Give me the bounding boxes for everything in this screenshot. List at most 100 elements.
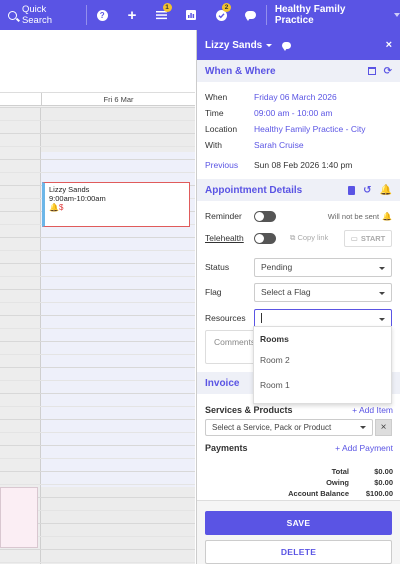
payments-row: Payments + Add Payment: [197, 440, 400, 456]
blocked-time-slot[interactable]: [0, 487, 38, 548]
day-column[interactable]: [41, 107, 195, 564]
account-balance-value: $100.00: [365, 489, 393, 498]
grid-line: [0, 172, 195, 173]
start-label: START: [360, 233, 386, 243]
plus-icon: +: [127, 6, 137, 24]
close-icon[interactable]: ×: [386, 39, 392, 51]
calendar-icon[interactable]: [367, 67, 376, 75]
remove-service-button[interactable]: ×: [375, 419, 392, 436]
chevron-down-icon: [379, 291, 385, 295]
quick-search-label: Quick Search: [21, 4, 53, 26]
add-item-link[interactable]: + Add Item: [352, 405, 393, 415]
waitlist-button[interactable]: 1: [147, 0, 177, 30]
history-icon[interactable]: ↺: [363, 185, 371, 196]
grid-line: [0, 393, 195, 394]
tasks-button[interactable]: 2: [206, 0, 236, 30]
save-button[interactable]: SAVE: [205, 511, 392, 535]
delete-button[interactable]: DELETE: [205, 540, 392, 564]
chevron-down-icon[interactable]: [266, 43, 273, 47]
section-title: Appointment Details: [205, 184, 303, 196]
resources-label: Resources: [205, 313, 246, 323]
owing-row: Owing $0.00: [205, 477, 393, 488]
top-navigation-bar: Quick Search ? + 1 2 Healthy Family Prac…: [0, 0, 400, 30]
messages-button[interactable]: [236, 0, 266, 30]
add-payment-link[interactable]: + Add Payment: [335, 443, 393, 453]
grid-line: [0, 263, 195, 264]
service-select[interactable]: Select a Service, Pack or Product: [205, 419, 373, 436]
dropdown-option[interactable]: Room 1: [254, 373, 391, 398]
chat-icon[interactable]: [282, 41, 292, 51]
panel-header: Lizzy Sands ×: [197, 30, 400, 60]
when-row: When Friday 06 March 2026: [197, 89, 400, 105]
when-value[interactable]: Friday 06 March 2026: [254, 92, 337, 102]
copy-link-label: Copy link: [297, 233, 329, 242]
status-select[interactable]: Pending: [254, 257, 392, 277]
chevron-down-icon: [394, 13, 400, 17]
copy-link-button[interactable]: ⧉ Copy link: [290, 233, 328, 243]
appointment-details-header: Appointment Details ↺ 🔔: [197, 179, 400, 201]
text-cursor: [261, 313, 262, 323]
practice-selector[interactable]: Healthy Family Practice: [275, 4, 400, 26]
telehealth-label: Telehealth: [205, 233, 244, 243]
reminder-note: Will not be sent: [327, 211, 380, 221]
previous-link[interactable]: Previous: [205, 160, 254, 170]
payments-title: Payments: [205, 443, 248, 453]
services-row: Services & Products + Add Item: [197, 402, 400, 418]
refresh-icon[interactable]: ⟳: [384, 66, 392, 77]
service-placeholder: Select a Service, Pack or Product: [212, 423, 332, 432]
with-row: With Sarah Cruise: [197, 137, 400, 153]
reminder-label: Reminder: [205, 211, 242, 221]
flag-placeholder: Select a Flag: [261, 287, 311, 297]
quick-search-button[interactable]: Quick Search: [8, 0, 78, 30]
chat-icon: [245, 11, 257, 21]
bell-icon[interactable]: 🔔: [380, 185, 392, 196]
appointment-status-icons: 🔔$: [49, 203, 64, 212]
status-value: Pending: [261, 262, 293, 272]
telehealth-toggle[interactable]: [254, 232, 276, 244]
document-icon[interactable]: [348, 185, 356, 195]
divider: [265, 5, 267, 25]
grid-line: [0, 562, 195, 563]
chart-icon: [186, 10, 197, 20]
add-button[interactable]: +: [117, 0, 147, 30]
flag-select[interactable]: Select a Flag: [254, 282, 392, 302]
calendar-day-header: Fri 6 Mar: [0, 93, 195, 106]
invoice-totals: Total $0.00 Owing $0.00 Account Balance …: [197, 466, 400, 499]
time-row: Time 09:00 am - 10:00 am: [197, 105, 400, 121]
reminder-toggle[interactable]: [254, 210, 276, 222]
with-value[interactable]: Sarah Cruise: [254, 140, 304, 150]
appointment-block[interactable]: Lizzy Sands 9:00am-10:00am 🔔$: [42, 182, 190, 227]
start-button[interactable]: ▭ START: [344, 229, 392, 247]
grid-line: [0, 159, 195, 160]
location-value[interactable]: Healthy Family Practice - City: [254, 124, 365, 134]
when-label: When: [205, 92, 228, 102]
resources-dropdown: Rooms Room 2 Room 1: [253, 326, 392, 404]
grid-line: [0, 328, 195, 329]
when-where-header: When & Where ⟳: [197, 60, 400, 82]
dropdown-group-label: Rooms: [260, 334, 289, 344]
time-value[interactable]: 09:00 am - 10:00 am: [254, 108, 332, 118]
grid-line: [0, 120, 195, 121]
grid-line: [0, 341, 195, 342]
status-row: Status Pending: [197, 255, 400, 279]
grid-line: [0, 549, 195, 550]
flag-label: Flag: [205, 287, 222, 297]
dropdown-option[interactable]: Room 2: [254, 348, 391, 373]
resources-select[interactable]: [254, 308, 392, 328]
owing-value: $0.00: [374, 478, 393, 487]
flag-row: Flag Select a Flag: [197, 279, 400, 305]
telehealth-row: Telehealth ⧉ Copy link ▭ START: [197, 227, 400, 249]
patient-name[interactable]: Lizzy Sands: [205, 40, 262, 51]
appointment-panel: Lizzy Sands × When & Where ⟳ When Friday…: [196, 30, 400, 564]
help-button[interactable]: ?: [87, 0, 117, 30]
calendar-view: Fri 6 Mar Lizzy Sands 9:00am-10:00am 🔔$: [0, 30, 195, 564]
total-label: Total: [331, 467, 349, 476]
location-label: Location: [205, 124, 238, 134]
grid-line: [0, 107, 195, 108]
reports-button[interactable]: [177, 0, 207, 30]
grid-line: [0, 419, 195, 420]
grid-line: [0, 289, 195, 290]
grid-line: [0, 445, 195, 446]
search-icon: [8, 10, 17, 20]
grid-line: [0, 367, 195, 368]
